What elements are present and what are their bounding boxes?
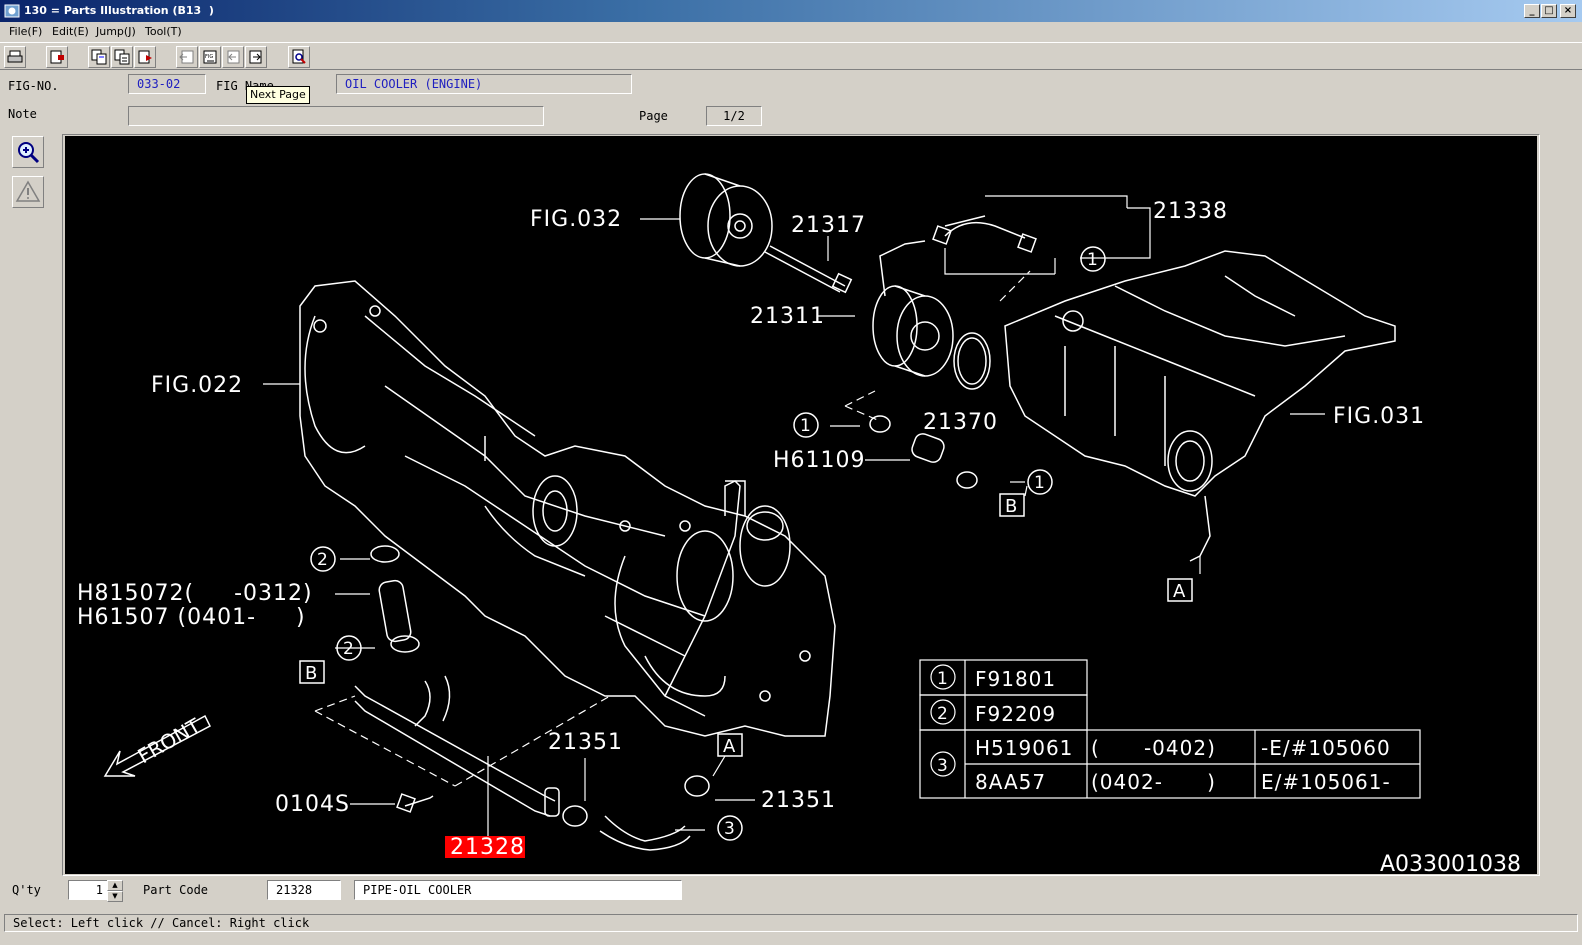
callout-h61109[interactable]: H61109	[773, 448, 866, 473]
copy-list-button[interactable]	[111, 46, 133, 68]
menu-edit[interactable]: Edit(E)	[52, 25, 89, 38]
prev-page-button[interactable]	[222, 46, 244, 68]
menu-bar: File(F) Edit(E) Jump(J) Tool(T)	[0, 22, 1582, 41]
search-button[interactable]	[288, 46, 310, 68]
title-bar: 130 = Parts Illustration (B13 ) _ □ ×	[0, 0, 1582, 22]
app-icon	[4, 4, 20, 18]
legend-range-h519061: ( -0402)	[1091, 736, 1216, 760]
qty-stepper[interactable]: ▲ ▼	[107, 880, 123, 902]
illustration-id: A033001038	[1380, 852, 1521, 874]
circled-ref-1: 1	[1087, 250, 1098, 270]
front-label: FRONT	[134, 713, 206, 768]
circled-ref-3: 3	[724, 819, 735, 839]
copy-button[interactable]	[88, 46, 110, 68]
status-bar: Select: Left click // Cancel: Right clic…	[4, 914, 1578, 932]
warning-button[interactable]	[12, 176, 44, 208]
marker-b: B	[1005, 496, 1017, 517]
legend-code-f91801[interactable]: F91801	[975, 667, 1056, 691]
menu-file[interactable]: File(F)	[9, 25, 42, 38]
maximize-button[interactable]: □	[1541, 4, 1557, 18]
print-button[interactable]	[4, 46, 26, 68]
prev-fig-button[interactable]	[176, 46, 198, 68]
print-icon	[7, 50, 23, 63]
zoom-in-icon	[18, 142, 40, 164]
circled-ref-2: 2	[343, 639, 354, 659]
window-title: 130 = Parts Illustration (B13 )	[24, 4, 214, 17]
marker-b: B	[305, 663, 317, 684]
marker-a: A	[1173, 581, 1186, 602]
part-name-field: PIPE-OIL COOLER	[354, 880, 682, 900]
legend-ref-1: 1	[937, 669, 949, 689]
legend-ref-3: 3	[937, 756, 949, 776]
exit-icon	[50, 50, 64, 64]
next-page-tooltip: Next Page	[246, 86, 310, 104]
circled-ref-1: 1	[1034, 473, 1045, 493]
menu-tool[interactable]: Tool(T)	[145, 25, 182, 38]
stepper-down-icon[interactable]: ▼	[107, 891, 123, 902]
callout-21370[interactable]: 21370	[923, 410, 998, 435]
page-field: 1/2	[706, 106, 762, 126]
menu-jump[interactable]: Jump(J)	[96, 25, 136, 38]
zoom-button[interactable]	[12, 136, 44, 168]
callout-h815072[interactable]: H815072( -0312)	[77, 581, 313, 606]
page-label: Page	[639, 109, 668, 123]
legend-code-8aa57[interactable]: 8AA57	[975, 770, 1046, 794]
callout-fig032[interactable]: FIG.032	[530, 207, 622, 232]
legend-code-h519061[interactable]: H519061	[975, 736, 1073, 760]
part-code-label: Part Code	[143, 883, 209, 897]
circled-ref-2: 2	[317, 550, 328, 570]
qty-label: Q'ty	[12, 883, 41, 897]
callout-fig022[interactable]: FIG.022	[151, 373, 243, 398]
callout-0104s[interactable]: 0104S	[275, 792, 350, 817]
note-field	[128, 106, 544, 126]
callout-21328-selected[interactable]: 21328	[450, 835, 525, 860]
fig-icon: FIG	[203, 50, 217, 64]
callout-21317[interactable]: 21317	[791, 213, 866, 238]
callout-21351-lower[interactable]: 21351	[761, 788, 836, 813]
minimize-button[interactable]: _	[1524, 4, 1540, 18]
legend-range-8aa57: (0402- )	[1091, 770, 1216, 794]
paste-button[interactable]	[134, 46, 156, 68]
prev-page-icon	[227, 50, 240, 64]
svg-text:FIG: FIG	[205, 54, 213, 60]
marker-a: A	[723, 736, 736, 757]
stepper-up-icon[interactable]: ▲	[107, 880, 123, 891]
next-page-icon	[249, 50, 262, 64]
fig-name-field: OIL COOLER (ENGINE)	[336, 74, 632, 94]
note-label: Note	[8, 107, 37, 121]
part-code-field: 21328	[267, 880, 341, 900]
callout-21351-upper[interactable]: 21351	[548, 730, 623, 755]
search-icon	[292, 49, 306, 64]
warning-icon	[15, 180, 41, 202]
copy-icon	[91, 49, 107, 65]
fig-no-field: 033-02	[128, 74, 206, 94]
legend-code-f92209[interactable]: F92209	[975, 702, 1056, 726]
callout-h61507[interactable]: H61507 (0401- )	[77, 605, 306, 630]
fig-no-label: FIG-NO.	[8, 79, 59, 93]
close-button[interactable]: ×	[1560, 4, 1576, 18]
fig-button[interactable]: FIG	[199, 46, 221, 68]
parts-illustration[interactable]: 1 1 1 2 2 3 A A B B FIG.032 21317 21338 …	[65, 136, 1537, 874]
legend-serial-h519061: -E/#105060	[1261, 736, 1391, 760]
exit-button[interactable]	[46, 46, 68, 68]
copy-list-icon	[114, 49, 130, 65]
callout-fig031[interactable]: FIG.031	[1333, 404, 1425, 429]
toolbar: FIG	[0, 42, 1582, 70]
callout-21338[interactable]: 21338	[1153, 199, 1228, 224]
prev-fig-icon	[179, 50, 194, 64]
paste-icon	[138, 50, 152, 64]
next-page-button[interactable]	[245, 46, 267, 68]
legend-ref-2: 2	[937, 704, 949, 724]
callout-21311[interactable]: 21311	[750, 304, 825, 329]
circled-ref-1: 1	[800, 416, 811, 436]
legend-serial-8aa57: E/#105061-	[1261, 770, 1391, 794]
qty-input[interactable]: 1	[68, 880, 108, 900]
